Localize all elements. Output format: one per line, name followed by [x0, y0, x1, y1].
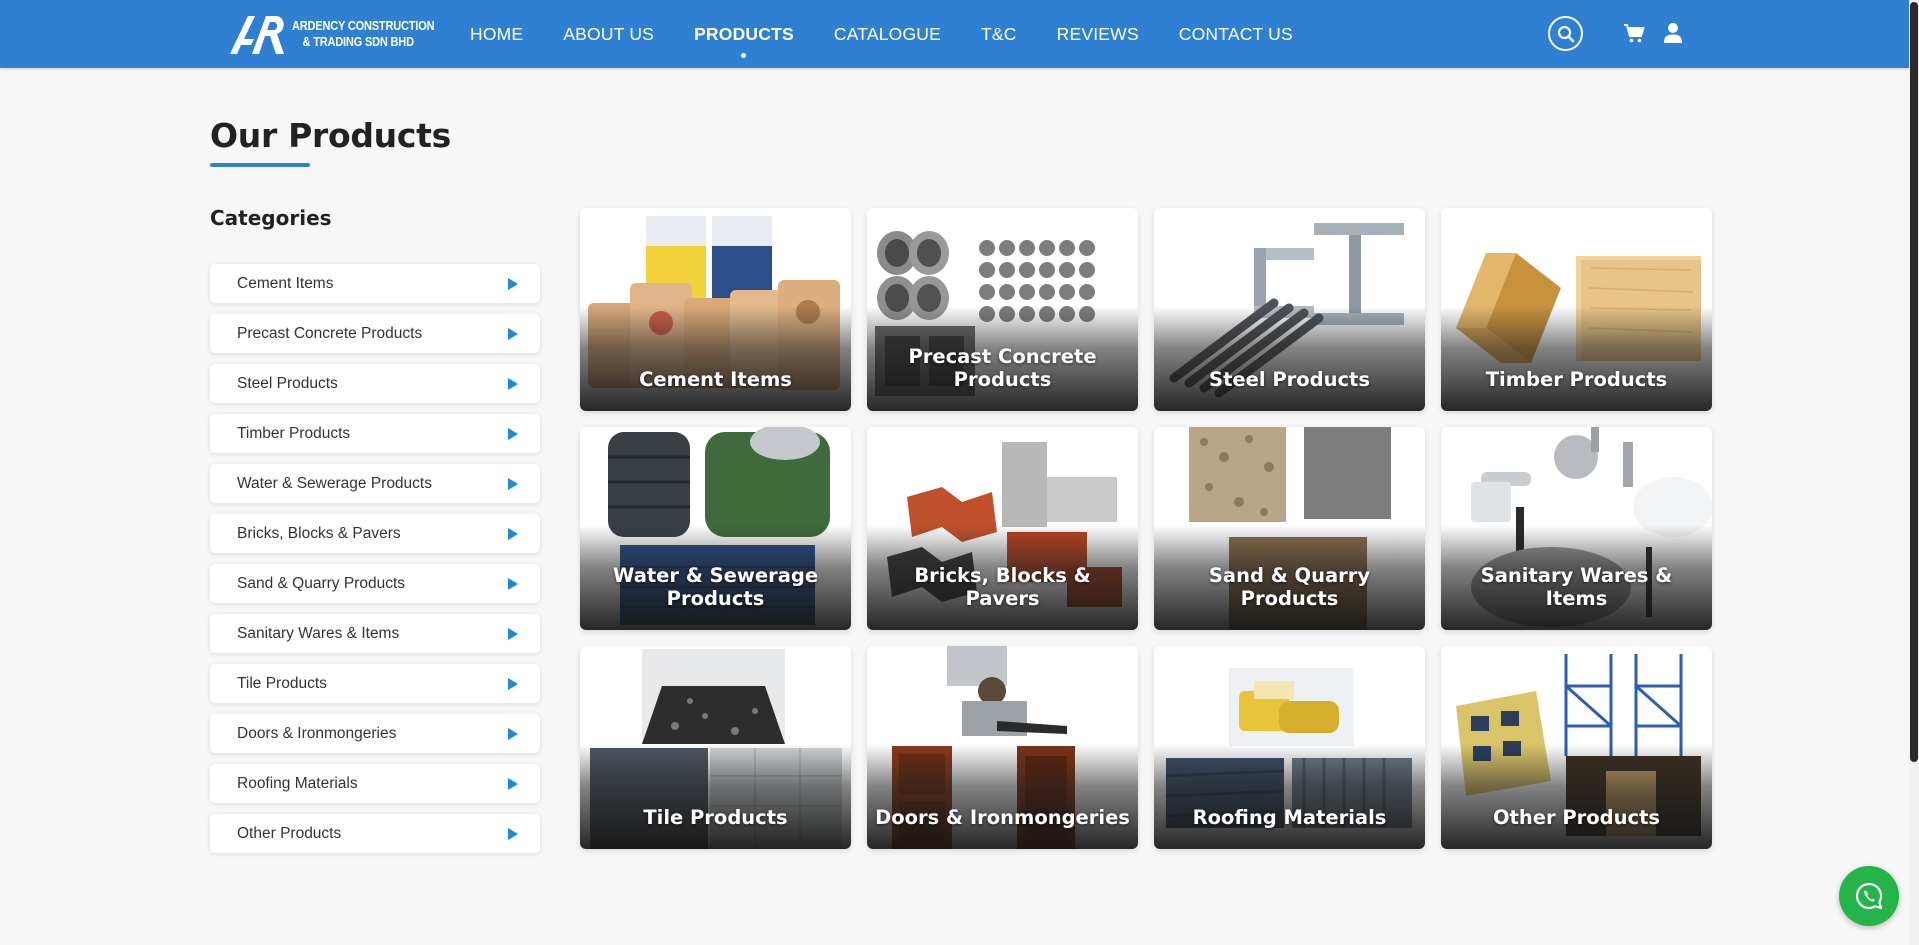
product-card-label: Doors & Ironmongeries — [875, 806, 1130, 829]
category-label: Sand & Quarry Products — [237, 574, 405, 592]
product-card-roofing-materials[interactable]: Roofing Materials — [1154, 646, 1425, 849]
play-arrow-icon — [508, 277, 518, 290]
product-card-steel-products[interactable]: Steel Products — [1154, 208, 1425, 411]
play-arrow-icon — [508, 427, 518, 440]
brand-logo-mark-icon — [230, 16, 284, 54]
product-card-label: Steel Products — [1209, 368, 1370, 391]
product-grid: Cement Items Precast Concrete Products S… — [580, 208, 1712, 849]
category-label: Water & Sewerage Products — [237, 474, 432, 492]
nav-about-us[interactable]: ABOUT US — [563, 24, 654, 45]
category-label: Timber Products — [237, 424, 351, 442]
product-card-label: Bricks, Blocks & Pavers — [914, 564, 1091, 610]
play-arrow-icon — [508, 377, 518, 390]
product-card-label: Sanitary Wares & Items — [1480, 564, 1673, 610]
whatsapp-icon — [1855, 882, 1883, 910]
category-other-products[interactable]: Other Products — [210, 814, 540, 853]
nav-contact-us[interactable]: CONTACT US — [1179, 24, 1293, 45]
category-label: Bricks, Blocks & Pavers — [237, 524, 401, 542]
categories-heading: Categories — [210, 206, 332, 230]
product-card-timber-products[interactable]: Timber Products — [1441, 208, 1712, 411]
category-steel-products[interactable]: Steel Products — [210, 364, 540, 403]
category-bricks-blocks-pavers[interactable]: Bricks, Blocks & Pavers — [210, 514, 540, 553]
play-arrow-icon — [508, 777, 518, 790]
nav-products[interactable]: PRODUCTS — [694, 24, 794, 58]
product-card-water-sewerage[interactable]: Water & Sewerage Products — [580, 427, 851, 630]
page-scrollbar[interactable] — [1909, 0, 1919, 945]
category-sand-quarry[interactable]: Sand & Quarry Products — [210, 564, 540, 603]
product-card-label: Precast Concrete Products — [908, 345, 1097, 391]
product-card-bricks-blocks-pavers[interactable]: Bricks, Blocks & Pavers — [867, 427, 1138, 630]
product-card-label: Roofing Materials — [1192, 806, 1387, 829]
play-arrow-icon — [508, 477, 518, 490]
product-card-sand-quarry[interactable]: Sand & Quarry Products — [1154, 427, 1425, 630]
brand-logo[interactable]: ARDENCY CONSTRUCTION & TRADING SDN BHD — [228, 10, 454, 58]
category-sanitary-wares[interactable]: Sanitary Wares & Items — [210, 614, 540, 653]
play-arrow-icon — [508, 527, 518, 540]
whatsapp-button[interactable] — [1839, 866, 1899, 926]
category-label: Roofing Materials — [237, 774, 358, 792]
brand-name-line1: ARDENCY CONSTRUCTION — [292, 19, 435, 33]
category-list: Cement Items Precast Concrete Products S… — [210, 264, 540, 864]
title-underline — [210, 163, 310, 167]
category-label: Tile Products — [237, 674, 327, 692]
category-precast-concrete[interactable]: Precast Concrete Products — [210, 314, 540, 353]
product-card-precast-concrete[interactable]: Precast Concrete Products — [867, 208, 1138, 411]
category-label: Cement Items — [237, 274, 334, 292]
main-nav: HOME ABOUT US PRODUCTS CATALOGUE T&C REV… — [470, 0, 1333, 68]
category-label: Precast Concrete Products — [237, 324, 423, 342]
play-arrow-icon — [508, 827, 518, 840]
play-arrow-icon — [508, 327, 518, 340]
play-arrow-icon — [508, 727, 518, 740]
product-card-cement-items[interactable]: Cement Items — [580, 208, 851, 411]
product-card-label: Water & Sewerage Products — [612, 564, 819, 610]
product-card-tile-products[interactable]: Tile Products — [580, 646, 851, 849]
category-label: Steel Products — [237, 374, 338, 392]
product-card-label: Other Products — [1492, 806, 1661, 829]
brand-name: ARDENCY CONSTRUCTION & TRADING SDN BHD — [292, 18, 435, 50]
nav-home[interactable]: HOME — [470, 24, 523, 45]
top-navigation-bar: ARDENCY CONSTRUCTION & TRADING SDN BHD H… — [0, 0, 1919, 68]
nav-catalogue[interactable]: CATALOGUE — [834, 24, 941, 45]
category-roofing-materials[interactable]: Roofing Materials — [210, 764, 540, 803]
category-timber-products[interactable]: Timber Products — [210, 414, 540, 453]
category-label: Sanitary Wares & Items — [237, 624, 400, 642]
product-card-label: Timber Products — [1485, 368, 1668, 391]
category-doors-ironmongeries[interactable]: Doors & Ironmongeries — [210, 714, 540, 753]
product-card-doors-ironmongeries[interactable]: Doors & Ironmongeries — [867, 646, 1138, 849]
brand-name-line2: & TRADING SDN BHD — [302, 35, 414, 49]
page-scrollbar-thumb[interactable] — [1910, 2, 1918, 762]
nav-reviews[interactable]: REVIEWS — [1057, 24, 1139, 45]
nav-terms[interactable]: T&C — [981, 24, 1017, 45]
search-button[interactable] — [1548, 16, 1583, 51]
product-card-sanitary-wares[interactable]: Sanitary Wares & Items — [1441, 427, 1712, 630]
user-icon[interactable] — [1663, 22, 1683, 44]
product-card-other-products[interactable]: Other Products — [1441, 646, 1712, 849]
category-label: Doors & Ironmongeries — [237, 724, 397, 742]
page-title: Our Products — [210, 116, 451, 155]
product-card-label: Tile Products — [643, 806, 788, 829]
category-label: Other Products — [237, 824, 342, 842]
product-card-label: Sand & Quarry Products — [1208, 564, 1371, 610]
play-arrow-icon — [508, 627, 518, 640]
category-tile-products[interactable]: Tile Products — [210, 664, 540, 703]
play-arrow-icon — [508, 677, 518, 690]
play-arrow-icon — [508, 577, 518, 590]
category-cement-items[interactable]: Cement Items — [210, 264, 540, 303]
product-card-label: Cement Items — [639, 368, 792, 391]
category-water-sewerage[interactable]: Water & Sewerage Products — [210, 464, 540, 503]
search-icon — [1557, 25, 1574, 42]
cart-icon[interactable] — [1623, 22, 1645, 44]
